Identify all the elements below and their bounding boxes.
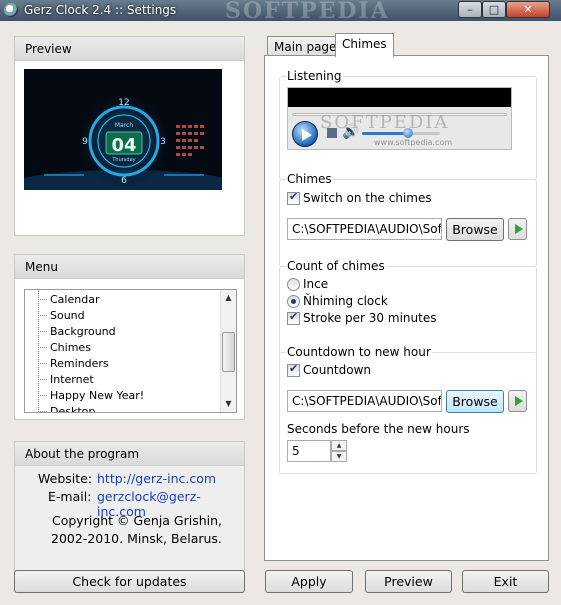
preview-month: March — [115, 122, 133, 129]
option-chiming-clock-radio[interactable] — [287, 295, 300, 308]
window-title: Gerz Clock 2.4 :: Settings — [24, 3, 177, 17]
maximize-button[interactable]: □ — [482, 1, 506, 18]
stop-icon[interactable] — [327, 128, 337, 138]
menu-item-reminders[interactable]: Reminders — [25, 356, 221, 372]
volume-slider-knob[interactable] — [403, 128, 413, 138]
preview-numeral-3: 3 — [160, 137, 166, 147]
option-chiming-clock-label[interactable]: Ñhiming clock — [303, 294, 388, 308]
apply-button[interactable]: Apply — [265, 570, 353, 593]
switch-chimes-label[interactable]: Switch on the chimes — [303, 191, 432, 205]
preview-numeral-9: 9 — [82, 137, 88, 147]
menu-item-background[interactable]: Background — [25, 324, 221, 340]
listening-label: Listening — [286, 69, 343, 83]
chimes-browse-button[interactable]: Browse — [446, 218, 504, 241]
preview-button[interactable]: Preview — [365, 570, 452, 593]
countdown-path-input[interactable]: C:\SOFTPEDIA\AUDIO\Softp — [287, 390, 442, 412]
check-updates-button[interactable]: Check for updates — [14, 570, 245, 593]
exit-button[interactable]: Exit — [462, 570, 549, 593]
media-player: SOFTPEDIA www.softpedia.com 🔊 — [287, 87, 512, 150]
menu-panel: Menu Calendar Sound Background Chimes Re… — [14, 254, 245, 420]
minimize-button[interactable]: – — [458, 1, 482, 18]
seconds-label: Seconds before the new hours — [287, 422, 470, 436]
stroke-30-checkbox[interactable] — [287, 310, 300, 325]
preview-header: Preview — [15, 37, 244, 61]
switch-chimes-checkbox[interactable] — [287, 190, 300, 205]
app-clock-icon — [4, 3, 18, 17]
menu-item-desktop[interactable]: Desktop — [25, 404, 221, 412]
menu-tree[interactable]: Calendar Sound Background Chimes Reminde… — [24, 289, 237, 413]
countdown-browse-button[interactable]: Browse — [446, 390, 504, 413]
countdown-play-icon[interactable] — [508, 390, 527, 412]
scroll-down-arrow-icon[interactable]: ▼ — [221, 396, 236, 411]
preview-day: 04 — [111, 135, 136, 156]
spinner-up-icon[interactable]: ▲ — [331, 440, 347, 451]
stroke-30-label[interactable]: Stroke per 30 minutes — [303, 311, 436, 325]
clock-preview-graphic: March 04 Thursday 12 3 6 9 — [24, 69, 222, 190]
chimes-group-label: Chimes — [286, 172, 333, 186]
chimes-play-icon[interactable] — [508, 218, 527, 240]
tab-chimes[interactable]: Chimes — [335, 33, 394, 57]
spinner-down-icon[interactable]: ▼ — [331, 451, 347, 462]
copyright-line-2: 2002-2010. Minsk, Belarus. — [51, 531, 222, 546]
email-label: E-mail: — [48, 489, 92, 504]
seconds-spinner[interactable]: ▲ ▼ — [331, 440, 347, 462]
close-button[interactable]: ✕ — [506, 1, 550, 18]
website-label: Website: — [38, 471, 93, 486]
scroll-up-arrow-icon[interactable]: ▲ — [221, 290, 236, 305]
website-link[interactable]: http://gerz-inc.com — [97, 471, 216, 486]
copyright-line-1: Copyright © Genja Grishin, — [52, 513, 223, 528]
player-watermark-url: www.softpedia.com — [374, 138, 453, 147]
about-panel: About the program Website: http://gerz-i… — [14, 441, 245, 571]
menu-item-sound[interactable]: Sound — [25, 308, 221, 324]
clock-preview-image: March 04 Thursday 12 3 6 9 — [24, 69, 222, 190]
chimes-path-input[interactable]: C:\SOFTPEDIA\AUDIO\Softp — [287, 218, 442, 240]
player-watermark: SOFTPEDIA — [320, 112, 450, 133]
player-video-area — [288, 88, 511, 107]
countdown-label[interactable]: Countdown — [303, 363, 371, 377]
preview-numeral-6: 6 — [121, 176, 127, 186]
preview-panel: Preview March 04 Thursday 12 3 6 9 — [14, 36, 245, 236]
option-ince-label[interactable]: Ince — [303, 277, 328, 291]
volume-slider-fill — [362, 132, 408, 135]
option-ince-radio[interactable] — [287, 278, 300, 291]
about-header: About the program — [15, 442, 244, 466]
preview-numeral-12: 12 — [118, 98, 129, 108]
title-bar: Gerz Clock 2.4 :: Settings SOFTPEDIA – □… — [0, 0, 561, 24]
countdown-checkbox[interactable] — [287, 362, 300, 377]
menu-scrollbar[interactable]: ▲ ▼ — [220, 290, 236, 412]
volume-icon[interactable]: 🔊 — [342, 124, 359, 140]
menu-header: Menu — [15, 255, 244, 279]
menu-item-calendar[interactable]: Calendar — [25, 292, 221, 308]
preview-weekday: Thursday — [111, 157, 135, 163]
menu-item-happy-new-year[interactable]: Happy New Year! — [25, 388, 221, 404]
play-icon[interactable] — [292, 121, 318, 147]
count-group-label: Count of chimes — [286, 259, 386, 273]
scroll-thumb[interactable] — [222, 332, 235, 372]
countdown-group-label: Countdown to new hour — [286, 345, 432, 359]
seconds-input[interactable]: 5 — [287, 440, 331, 462]
menu-item-chimes[interactable]: Chimes — [25, 340, 221, 356]
window-client: Preview March 04 Thursday 12 3 6 9 Menu … — [0, 21, 561, 605]
menu-item-internet[interactable]: Internet — [25, 372, 221, 388]
